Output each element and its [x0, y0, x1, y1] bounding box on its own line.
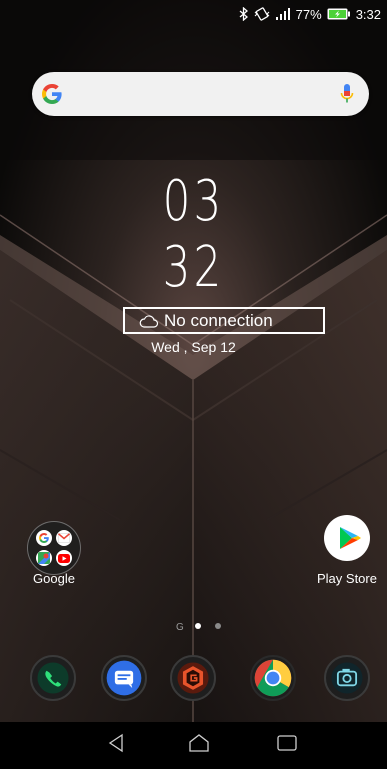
- back-icon[interactable]: [106, 732, 126, 759]
- youtube-icon: [56, 550, 72, 566]
- clock-hours[interactable]: 03: [43, 172, 345, 232]
- battery-charging-icon: [327, 8, 351, 20]
- google-app-icon: [36, 530, 52, 546]
- signal-icon: [275, 8, 291, 20]
- date-text[interactable]: Wed , Sep 12: [0, 339, 387, 355]
- maps-icon: [36, 550, 52, 566]
- play-store-icon[interactable]: [324, 515, 370, 561]
- weather-text: No connection: [164, 310, 273, 330]
- clock-minutes[interactable]: 32: [43, 238, 345, 298]
- battery-percent: 77%: [295, 6, 322, 22]
- home-icon[interactable]: [187, 732, 211, 759]
- dock: [0, 655, 387, 705]
- status-time: 3:32: [355, 6, 381, 22]
- home-screen: 77% 3:32 03 32 No connection Wed , Sep 1…: [0, 0, 387, 769]
- status-bar: 77% 3:32: [239, 4, 381, 24]
- google-folder-label: Google: [33, 571, 75, 586]
- game-center-icon[interactable]: [170, 655, 216, 701]
- mic-icon[interactable]: [339, 82, 355, 111]
- page-dot: [215, 623, 221, 629]
- navigation-bar: [0, 722, 387, 769]
- phone-icon[interactable]: [30, 655, 76, 701]
- play-store-label: Play Store: [317, 571, 377, 586]
- camera-icon[interactable]: [324, 655, 370, 701]
- page-dot-active: [195, 623, 201, 629]
- gmail-icon: [56, 530, 72, 546]
- cloud-icon: [139, 314, 159, 328]
- recents-icon[interactable]: [276, 732, 298, 759]
- page-indicator[interactable]: G: [0, 620, 387, 632]
- google-g-icon: [40, 82, 64, 111]
- google-feed-indicator: G: [176, 622, 184, 632]
- chrome-icon[interactable]: [250, 655, 296, 701]
- google-search-bar[interactable]: [32, 72, 369, 116]
- bluetooth-icon: [239, 7, 249, 21]
- vibrate-icon: [254, 7, 270, 21]
- weather-status[interactable]: No connection: [123, 307, 325, 334]
- messages-icon[interactable]: [101, 655, 147, 701]
- google-folder[interactable]: [27, 521, 81, 575]
